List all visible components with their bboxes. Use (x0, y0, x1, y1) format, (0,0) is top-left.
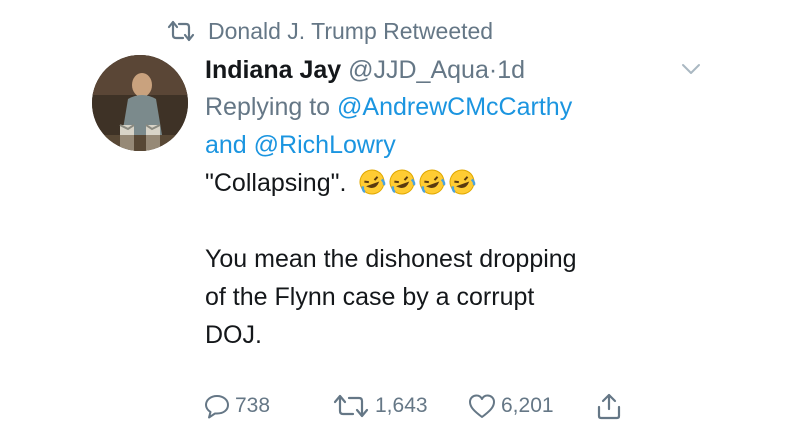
tweet-time[interactable]: 1d (497, 56, 525, 84)
share-button[interactable] (595, 388, 627, 424)
heart-icon (469, 394, 495, 418)
share-icon (597, 393, 621, 420)
retweet-icon (167, 20, 195, 42)
reply-button[interactable]: 738 (203, 388, 270, 424)
tweet-text: "Collapsing". You mean the dishonest dro… (205, 164, 675, 354)
emoji-group (358, 168, 478, 196)
retweet-icon (333, 394, 369, 418)
reply-count: 738 (235, 394, 271, 417)
like-count: 6,201 (501, 394, 554, 417)
replying-to-label: Replying to (205, 93, 331, 121)
retweeted-by-label: Donald J. Trump Retweeted (208, 17, 494, 44)
reply-icon (205, 395, 229, 419)
laughing-emoji-icon (419, 169, 446, 195)
laughing-emoji-icon (359, 169, 386, 195)
avatar[interactable] (92, 55, 188, 151)
tweet-header: Indiana Jay @JJD_Aqua·1d (205, 54, 675, 86)
tweet-quote: "Collapsing". (205, 169, 347, 197)
time-separator: · (488, 56, 498, 84)
laughing-emoji-icon (449, 169, 476, 195)
mention-joiner: and (205, 131, 247, 159)
tweet-line-3: of the Flynn case by a corrupt (205, 283, 535, 311)
mention-link-2[interactable]: @RichLowry (254, 131, 396, 159)
mention-link-1[interactable]: @AndrewCMcCarthy (337, 93, 572, 121)
replying-to: Replying to @AndrewCMcCarthy and @RichLo… (205, 88, 675, 164)
tweet-line-2: You mean the dishonest dropping (205, 245, 577, 273)
display-name[interactable]: Indiana Jay (205, 56, 341, 84)
avatar-image (92, 55, 188, 151)
tweet-line-1: "Collapsing". (205, 164, 675, 202)
tweet-line-4: DOJ. (205, 321, 262, 349)
like-button[interactable]: 6,201 (467, 388, 554, 424)
tweet-content: Indiana Jay @JJD_Aqua·1d Replying to @An… (205, 54, 675, 354)
chevron-down-icon[interactable] (680, 62, 702, 76)
retweeted-by-row[interactable]: Donald J. Trump Retweeted (166, 14, 493, 48)
retweet-count: 1,643 (375, 394, 428, 417)
tweet-actions: 738 1,643 6,201 (203, 388, 623, 426)
user-handle[interactable]: @JJD_Aqua (348, 56, 489, 84)
retweet-button[interactable]: 1,643 (331, 388, 428, 424)
laughing-emoji-icon (389, 169, 416, 195)
